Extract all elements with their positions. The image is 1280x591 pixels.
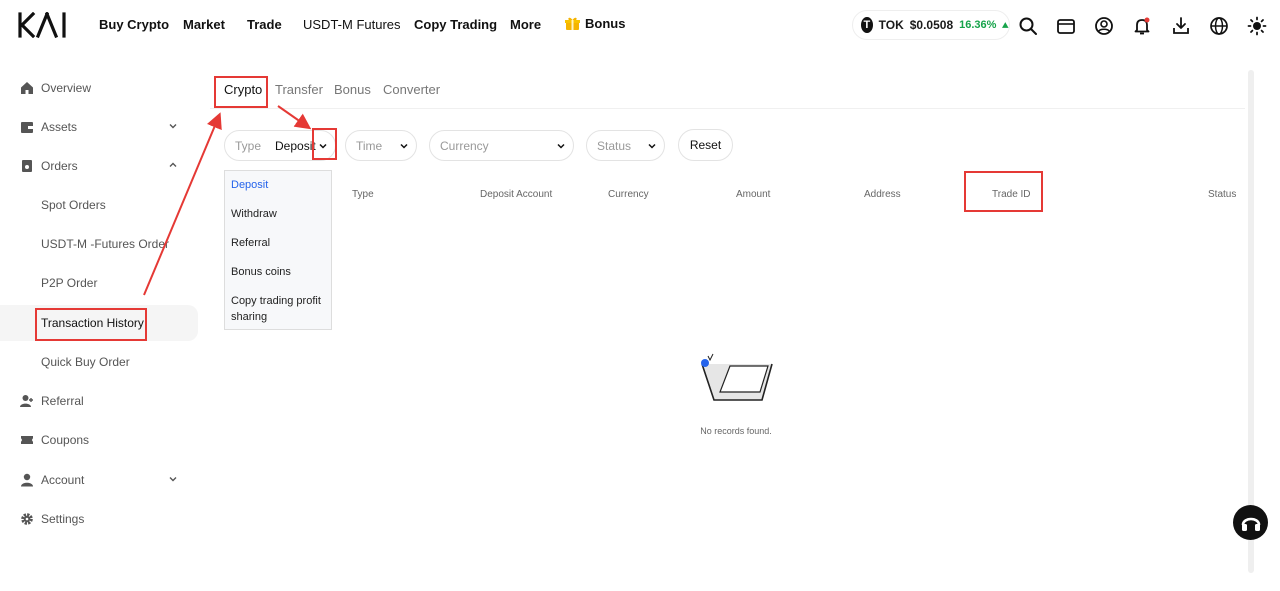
- sidebar-item-p2p-order[interactable]: P2P Order: [0, 265, 200, 301]
- ticker-symbol: TOK: [878, 18, 904, 32]
- up-triangle-icon: [1002, 22, 1009, 28]
- chevron-up-icon: [169, 162, 177, 167]
- sidebar-item-overview[interactable]: Overview: [0, 70, 200, 106]
- column-header-deposit-account: Deposit Account: [480, 189, 553, 200]
- sidebar-item-assets[interactable]: Assets: [0, 109, 200, 145]
- annotation-box-trade-id: [964, 171, 1043, 212]
- type-option-withdraw[interactable]: Withdraw: [231, 206, 331, 222]
- sidebar-item-label: Spot Orders: [41, 198, 106, 212]
- status-select-placeholder: Status: [597, 138, 632, 153]
- kai-logo[interactable]: [18, 11, 74, 43]
- nav-market[interactable]: Market: [183, 17, 225, 32]
- sidebar-item-account[interactable]: Account: [0, 462, 200, 498]
- type-dropdown-menu: Deposit Withdraw Referral Bonus coins Co…: [224, 170, 332, 330]
- sidebar-item-spot-orders[interactable]: Spot Orders: [0, 187, 200, 223]
- wallet-icon[interactable]: [1056, 16, 1076, 36]
- headset-icon: [1241, 517, 1260, 531]
- tab-transfer[interactable]: Transfer: [275, 82, 323, 97]
- tok-coin-icon: T: [861, 17, 873, 33]
- support-chat-button[interactable]: [1233, 505, 1268, 540]
- nav-trade[interactable]: Trade: [247, 17, 282, 32]
- user-icon: [21, 473, 33, 487]
- annotation-box-crypto-tab: [214, 76, 268, 108]
- sidebar-item-coupons[interactable]: Coupons: [0, 422, 200, 458]
- type-option-copy-trading-profit-sharing[interactable]: Copy trading profit sharing: [231, 293, 331, 325]
- type-select-value: Deposit: [275, 138, 316, 153]
- user-circle-icon[interactable]: [1094, 16, 1114, 36]
- ticker-change: 16.36%: [959, 19, 997, 31]
- column-header-currency: Currency: [608, 189, 649, 200]
- search-icon[interactable]: [1018, 16, 1038, 36]
- globe-icon[interactable]: [1209, 16, 1229, 36]
- sidebar-item-label: Assets: [41, 120, 78, 134]
- chevron-down-icon: [169, 477, 177, 482]
- type-option-deposit[interactable]: Deposit: [231, 177, 331, 193]
- theme-sun-icon[interactable]: [1247, 16, 1267, 36]
- tabs-divider: [210, 108, 1245, 109]
- type-option-bonus-coins[interactable]: Bonus coins: [231, 264, 331, 280]
- add-user-icon: [20, 395, 33, 407]
- type-option-referral[interactable]: Referral: [231, 235, 331, 251]
- status-select[interactable]: Status: [586, 130, 665, 161]
- orders-icon: [22, 160, 32, 172]
- ticker-price: $0.0508: [909, 18, 954, 32]
- sidebar-item-label: Quick Buy Order: [41, 355, 130, 369]
- sidebar-item-orders[interactable]: Orders: [0, 148, 200, 184]
- top-nav: Buy Crypto Market Trade USDT-M Futures C…: [0, 0, 1280, 52]
- time-select[interactable]: Time: [345, 130, 417, 161]
- sidebar-item-label: Orders: [41, 159, 78, 173]
- tab-bonus[interactable]: Bonus: [334, 82, 371, 97]
- time-select-placeholder: Time: [356, 138, 383, 153]
- chevron-down-icon: [169, 124, 177, 129]
- gift-icon: [565, 17, 580, 30]
- nav-buy-crypto[interactable]: Buy Crypto: [99, 17, 169, 32]
- nav-bonus[interactable]: Bonus: [565, 16, 625, 31]
- column-header-amount: Amount: [736, 189, 771, 200]
- sidebar-item-label: Account: [41, 473, 85, 487]
- column-header-status: Status: [1208, 189, 1237, 200]
- gear-icon: [21, 513, 33, 525]
- sidebar-item-label: Overview: [41, 81, 92, 95]
- download-icon[interactable]: [1171, 16, 1191, 36]
- tok-ticker[interactable]: T TOK $0.0508 16.36%: [852, 10, 1010, 40]
- reset-button[interactable]: Reset: [678, 129, 733, 161]
- tab-converter[interactable]: Converter: [383, 82, 440, 97]
- chevron-down-icon: [400, 143, 408, 149]
- column-header-address: Address: [864, 189, 901, 200]
- notification-bell-icon[interactable]: [1132, 16, 1152, 36]
- sidebar-item-label: Referral: [41, 394, 84, 408]
- type-select-label: Type: [235, 138, 262, 153]
- sidebar-item-label: Coupons: [41, 433, 90, 447]
- empty-state-text: No records found.: [700, 426, 772, 436]
- home-icon: [21, 82, 33, 94]
- sidebar-item-quick-buy-order[interactable]: Quick Buy Order: [0, 344, 200, 380]
- nav-bonus-label: Bonus: [585, 16, 626, 31]
- nav-usdt-futures[interactable]: USDT-M Futures: [303, 17, 401, 32]
- empty-box-icon: [701, 353, 773, 401]
- sidebar-item-futures-order[interactable]: USDT-M -Futures Order: [0, 226, 200, 262]
- sidebar-item-label: Settings: [41, 512, 85, 526]
- scrollbar[interactable]: [1248, 70, 1254, 573]
- ticket-icon: [21, 436, 33, 444]
- sidebar-item-referral[interactable]: Referral: [0, 383, 200, 419]
- wallet-icon: [21, 122, 33, 133]
- chevron-down-icon: [557, 143, 565, 149]
- nav-more[interactable]: More: [510, 17, 541, 32]
- annotation-box-transaction-history: [35, 308, 147, 341]
- column-header-type: Type: [352, 189, 374, 200]
- sidebar-item-settings[interactable]: Settings: [0, 501, 200, 537]
- chevron-down-icon: [648, 143, 656, 149]
- nav-copy-trading[interactable]: Copy Trading: [414, 17, 497, 32]
- currency-select[interactable]: Currency: [429, 130, 574, 161]
- sidebar-item-label: P2P Order: [41, 276, 98, 290]
- currency-select-placeholder: Currency: [440, 138, 489, 153]
- annotation-box-type-dropdown: [312, 128, 337, 160]
- sidebar-item-label: USDT-M -Futures Order: [41, 237, 170, 251]
